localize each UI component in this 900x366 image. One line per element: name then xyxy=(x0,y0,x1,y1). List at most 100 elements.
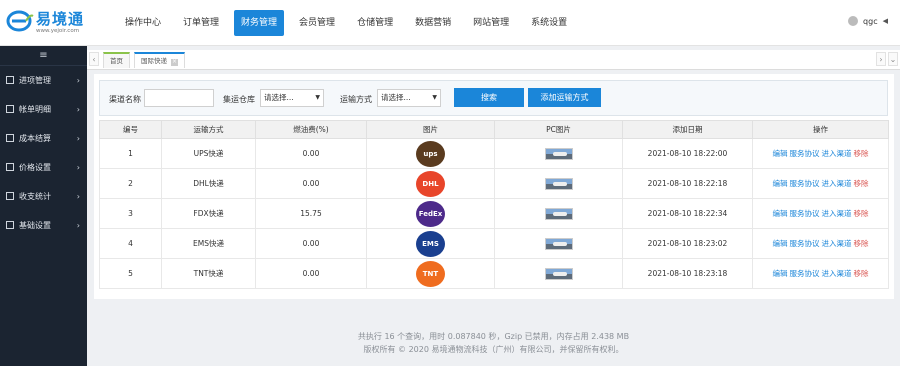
enter-channel-link[interactable]: 进入渠道 xyxy=(822,209,852,218)
nav-item[interactable]: 网站管理 xyxy=(466,10,516,36)
sidebar-item[interactable]: 基础设置 › xyxy=(0,211,87,240)
service-agreement-link[interactable]: 服务协议 xyxy=(790,239,820,248)
app-logo[interactable]: 易境通 www.yejoir.com xyxy=(6,8,96,38)
sidebar-menu: 进项管理 › 帐单明细 › 成本结算 › 价格设置 › 收支统计 › 基础设置 › xyxy=(0,66,87,240)
edit-link[interactable]: 编辑 xyxy=(773,239,788,248)
cell-id: 2 xyxy=(99,168,162,199)
edit-link[interactable]: 编辑 xyxy=(773,269,788,278)
cell-fuel: 0.00 xyxy=(255,228,367,259)
cell-id: 3 xyxy=(99,198,162,229)
tab-scroll-right-icon[interactable]: › xyxy=(876,52,886,66)
tab-international-express[interactable]: 国际快递 × xyxy=(134,52,185,68)
menu-list-icon xyxy=(6,192,14,200)
footer-copyright: 版权所有 © 2020 易境通物流科技（广州）有限公司，并保留所有权利。 xyxy=(363,345,624,354)
chevron-right-icon: › xyxy=(76,134,80,143)
chevron-right-icon: › xyxy=(76,105,80,114)
remove-link[interactable]: 移除 xyxy=(854,239,869,248)
footer-stats: 共执行 16 个查询，用时 0.087840 秒，Gzip 已禁用，内存占用 2… xyxy=(357,332,630,341)
logo-text: 易境通 xyxy=(36,10,85,28)
cell-method: FDX快递 xyxy=(161,198,256,229)
menu-list-icon xyxy=(6,105,14,113)
sidebar-toggle[interactable]: ≡ xyxy=(0,46,87,66)
service-agreement-link[interactable]: 服务协议 xyxy=(790,269,820,278)
warehouse-label: 集运仓库 xyxy=(223,95,255,104)
cell-fuel: 15.75 xyxy=(255,198,367,229)
pc-image-thumbnail[interactable] xyxy=(544,177,573,190)
cell-date: 2021-08-10 18:22:34 xyxy=(622,198,753,229)
tab-scroll-left-icon[interactable]: ‹ xyxy=(89,52,99,66)
edit-link[interactable]: 编辑 xyxy=(773,149,788,158)
table-header-cell: 编号 xyxy=(99,120,162,139)
caret-left-icon: ◀ xyxy=(882,17,888,25)
remove-link[interactable]: 移除 xyxy=(854,209,869,218)
nav-item[interactable]: 数据营销 xyxy=(408,10,458,36)
chevron-right-icon: › xyxy=(76,163,80,172)
nav-item[interactable]: 财务管理 xyxy=(234,10,285,36)
cell-id: 4 xyxy=(99,228,162,259)
sidebar-item[interactable]: 收支统计 › xyxy=(0,182,87,211)
add-transport-button[interactable]: 添加运输方式 xyxy=(528,88,601,107)
sidebar-item[interactable]: 帐单明细 › xyxy=(0,95,87,124)
table-row: 1 UPS快递 0.00 ups 2021-08-10 18:22:00 编辑 服务协议 进入… xyxy=(99,138,889,169)
warehouse-select[interactable]: 请选择... ▼ xyxy=(260,89,324,107)
enter-channel-link[interactable]: 进入渠道 xyxy=(822,239,852,248)
cell-date: 2021-08-10 18:22:18 xyxy=(622,168,753,199)
sidebar-item[interactable]: 进项管理 › xyxy=(0,66,87,95)
chevron-right-icon: › xyxy=(76,76,80,85)
nav-item[interactable]: 仓储管理 xyxy=(350,10,400,36)
cell-ops: 编辑 服务协议 进入渠道 移除 xyxy=(752,258,889,289)
cell-id: 1 xyxy=(99,138,162,169)
sidebar-item-label: 价格设置 xyxy=(19,163,51,172)
nav-item[interactable]: 操作中心 xyxy=(118,10,168,36)
user-name: qgc xyxy=(863,16,878,26)
caret-down-icon: ▼ xyxy=(315,94,320,101)
service-agreement-link[interactable]: 服务协议 xyxy=(790,149,820,158)
nav-item[interactable]: 会员管理 xyxy=(292,10,342,36)
pc-image-thumbnail[interactable] xyxy=(544,207,573,220)
content-card: 渠道名称 集运仓库 请选择... ▼ 运输方式 请选择... ▼ 搜索 添加运输方式… xyxy=(94,74,894,299)
edit-link[interactable]: 编辑 xyxy=(773,209,788,218)
cell-date: 2021-08-10 18:22:00 xyxy=(622,138,753,169)
search-button[interactable]: 搜索 xyxy=(454,88,524,107)
nav-item[interactable]: 订单管理 xyxy=(176,10,226,36)
fedex-logo-icon: FedEx xyxy=(416,200,445,227)
service-agreement-link[interactable]: 服务协议 xyxy=(790,209,820,218)
remove-link[interactable]: 移除 xyxy=(854,149,869,158)
caret-down-icon: ▼ xyxy=(432,94,437,101)
nav-item[interactable]: 系统设置 xyxy=(524,10,574,36)
table-row: 5 TNT快递 0.00 TNT 2021-08-10 18:23:18 编辑 服务协议 进入… xyxy=(99,258,889,289)
channel-name-label: 渠道名称 xyxy=(109,95,141,104)
remove-link[interactable]: 移除 xyxy=(854,269,869,278)
menu-list-icon xyxy=(6,221,14,229)
transport-select[interactable]: 请选择... ▼ xyxy=(377,89,441,107)
enter-channel-link[interactable]: 进入渠道 xyxy=(822,179,852,188)
edit-link[interactable]: 编辑 xyxy=(773,179,788,188)
tab-close-icon[interactable]: × xyxy=(171,59,178,66)
user-avatar-icon xyxy=(848,16,859,26)
channel-name-input[interactable] xyxy=(144,89,214,107)
user-menu[interactable]: qgc ◀ xyxy=(848,16,888,26)
enter-channel-link[interactable]: 进入渠道 xyxy=(822,269,852,278)
sidebar-item[interactable]: 成本结算 › xyxy=(0,124,87,153)
pc-image-thumbnail[interactable] xyxy=(544,267,573,280)
table-header-row: 编号 运输方式 燃油费(%) 图片 PC图片 添加日期 操作 xyxy=(99,120,889,139)
cell-pc-image xyxy=(494,168,623,199)
menu-list-icon xyxy=(6,163,14,171)
remove-link[interactable]: 移除 xyxy=(854,179,869,188)
pc-image-thumbnail[interactable] xyxy=(544,237,573,250)
cell-image: ups xyxy=(366,138,495,169)
dhl-logo-icon: DHL xyxy=(416,170,445,197)
table-header-cell: 运输方式 xyxy=(161,120,256,139)
enter-channel-link[interactable]: 进入渠道 xyxy=(822,149,852,158)
pc-image-thumbnail[interactable] xyxy=(544,147,573,160)
sidebar-item-label: 帐单明细 xyxy=(19,105,51,114)
tab-home[interactable]: 首页 xyxy=(103,52,130,68)
sidebar-item[interactable]: 价格设置 › xyxy=(0,153,87,182)
table-row: 2 DHL快递 0.00 DHL 2021-08-10 18:22:18 编辑 服务协议 进入… xyxy=(99,168,889,199)
cell-ops: 编辑 服务协议 进入渠道 移除 xyxy=(752,138,889,169)
tab-menu-icon[interactable]: ⌄ xyxy=(888,52,898,66)
sidebar-item-label: 基础设置 xyxy=(19,221,51,230)
table-row: 4 EMS快递 0.00 EMS 2021-08-10 18:23:02 编辑 服务协议 进入… xyxy=(99,228,889,259)
service-agreement-link[interactable]: 服务协议 xyxy=(790,179,820,188)
top-header: 易境通 www.yejoir.com 操作中心 订单管理 财务管理 会员管理 仓储管理数… xyxy=(0,0,900,46)
